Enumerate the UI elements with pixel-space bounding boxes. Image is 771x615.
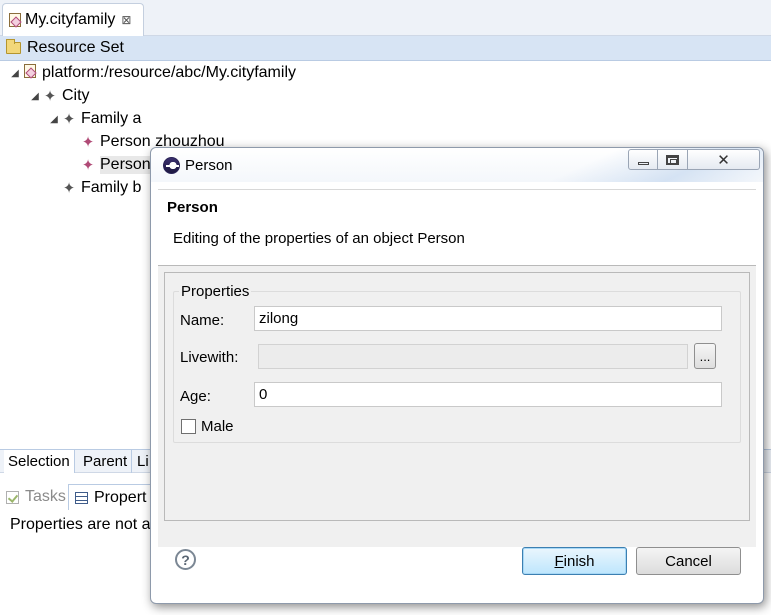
properties-group-label: Properties <box>179 283 252 300</box>
person-dialog: Person ✕ Person Editing of the propertie… <box>150 147 764 604</box>
family-node-icon: ✦ <box>62 111 76 128</box>
tree-item-resource[interactable]: ◢ platform:/resource/abc/My.cityfamily <box>8 62 296 84</box>
name-label: Name: <box>180 312 225 329</box>
maximize-icon <box>666 154 679 165</box>
tree-item-person-selected[interactable]: ✦ Person <box>80 154 151 176</box>
person-node-icon: ✦ <box>81 134 95 151</box>
age-input[interactable] <box>254 382 722 407</box>
minimize-icon <box>637 162 649 165</box>
name-input[interactable] <box>254 306 722 331</box>
expand-arrow-icon[interactable]: ◢ <box>8 68 22 79</box>
properties-icon <box>75 491 88 504</box>
tab-properties[interactable]: Propert <box>68 484 154 510</box>
person-node-icon: ✦ <box>81 157 95 174</box>
tree-item-family-b[interactable]: ✦ Family b <box>47 177 142 199</box>
livewith-field <box>258 344 688 369</box>
resource-set-row[interactable]: Resource Set <box>0 36 771 61</box>
finish-mnemonic: F <box>554 552 564 570</box>
expand-arrow-icon[interactable]: ◢ <box>28 91 42 102</box>
model-file-icon <box>9 13 21 27</box>
livewith-browse-button[interactable]: ... <box>694 343 716 369</box>
tree-item-label: platform:/resource/abc/My.cityfamily <box>42 64 296 81</box>
resource-set-icon <box>6 39 21 54</box>
maximize-button[interactable] <box>658 149 688 170</box>
close-icon: ✕ <box>717 151 730 169</box>
close-tab-icon[interactable]: ⊠ <box>121 13 131 27</box>
dialog-banner: Person Editing of the properties of an o… <box>158 189 756 266</box>
help-icon[interactable]: ? <box>175 549 196 570</box>
tree-item-label: Family a <box>81 110 142 127</box>
close-button[interactable]: ✕ <box>688 149 760 170</box>
model-file-icon <box>22 64 38 82</box>
tasks-icon <box>6 490 19 504</box>
eclipse-icon <box>163 157 180 174</box>
finish-label: inish <box>563 552 595 570</box>
tab-selection[interactable]: Selection <box>4 450 75 473</box>
age-label: Age: <box>180 388 211 405</box>
minimize-button[interactable] <box>628 149 658 170</box>
male-checkbox[interactable] <box>181 419 196 434</box>
tab-parent[interactable]: Parent <box>79 450 133 473</box>
tab-tasks[interactable]: Tasks <box>6 484 66 510</box>
cancel-button[interactable]: Cancel <box>636 547 741 575</box>
resource-set-label: Resource Set <box>27 39 124 56</box>
editor-tab-bar: My.cityfamily ⊠ <box>0 0 771 36</box>
expand-arrow-icon[interactable]: ◢ <box>47 114 61 125</box>
livewith-label: Livewith: <box>180 349 239 366</box>
properties-message: Properties are not a <box>10 516 151 533</box>
dialog-title: Person <box>185 157 233 174</box>
tab-tasks-label: Tasks <box>25 488 66 505</box>
editor-tab-cityfamily[interactable]: My.cityfamily ⊠ <box>2 3 144 36</box>
banner-description: Editing of the properties of an object P… <box>173 230 465 247</box>
tree-item-label: Person <box>100 156 151 174</box>
banner-title: Person <box>167 199 218 216</box>
editor-tab-label: My.cityfamily <box>25 11 116 28</box>
city-node-icon: ✦ <box>43 88 57 105</box>
tree-item-label: Family b <box>81 179 142 196</box>
tree-item-label: City <box>62 87 90 104</box>
family-node-icon: ✦ <box>62 180 76 197</box>
tree-item-family-a[interactable]: ◢ ✦ Family a <box>47 108 141 130</box>
tab-properties-label: Propert <box>94 488 147 506</box>
finish-button[interactable]: Finish <box>522 547 627 575</box>
male-label: Male <box>201 418 234 435</box>
tree-item-city[interactable]: ◢ ✦ City <box>28 85 90 107</box>
